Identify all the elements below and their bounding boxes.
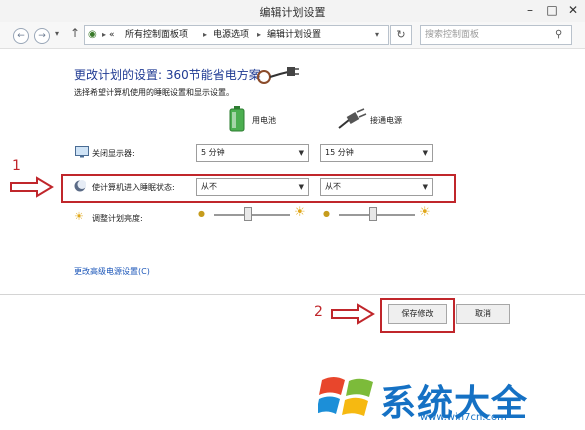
search-icon[interactable]: ⚲ — [555, 26, 562, 44]
plug-icon — [338, 108, 367, 129]
sleep-label: 使计算机进入睡眠状态: — [92, 183, 175, 192]
forward-arrow-icon[interactable]: → — [34, 28, 50, 44]
brightness-sun-icon: ☀ — [74, 210, 84, 223]
brightness-label: 调整计划亮度: — [92, 214, 143, 223]
plugged-brightness-slider-thumb[interactable] — [369, 207, 377, 221]
power-plug-icon — [257, 67, 299, 84]
sleep-moon-icon — [74, 180, 86, 192]
chevron-right-icon: ▸ — [203, 30, 208, 39]
breadcrumb-overflow[interactable]: « — [109, 26, 115, 44]
chevron-down-icon: ▼ — [298, 183, 304, 191]
minimize-icon[interactable]: – — [520, 2, 540, 18]
select-value: 从不 — [325, 182, 341, 191]
select-value: 5 分钟 — [201, 148, 225, 157]
watermark-url: www.win7cn.com — [420, 412, 507, 423]
up-arrow-icon[interactable]: ↑ — [70, 26, 80, 40]
breadcrumb-edit-plan[interactable]: 编辑计划设置 — [267, 26, 321, 44]
save-button[interactable]: 保存修改 — [388, 304, 447, 324]
control-panel-icon: ◉ — [88, 29, 97, 40]
bright-sun-icon: ☀ — [419, 205, 431, 220]
annotation-number-1: 1 — [12, 158, 21, 174]
sleep-plugged-select[interactable]: 从不 ▼ — [320, 178, 433, 196]
cancel-button[interactable]: 取消 — [456, 304, 510, 324]
display-off-plugged-select[interactable]: 15 分钟 ▼ — [320, 144, 433, 162]
advanced-power-settings-link[interactable]: 更改高级电源设置(C) — [74, 266, 150, 277]
page-title: 更改计划的设置: 360节能省电方案 — [74, 68, 261, 82]
annotation-arrow-right-icon — [331, 303, 375, 325]
search-placeholder: 搜索控制面板 — [425, 30, 480, 40]
address-dropdown-icon[interactable]: ▾ — [375, 26, 379, 44]
address-bar[interactable]: ◉ ▸ « 所有控制面板项 ▸ 电源选项 ▸ 编辑计划设置 ▾ — [84, 25, 389, 45]
chevron-down-icon: ▼ — [298, 149, 304, 157]
back-arrow-icon[interactable]: ← — [13, 28, 29, 44]
breadcrumb-power-options[interactable]: 电源选项 — [213, 26, 249, 44]
breadcrumb-all-control-panel[interactable]: 所有控制面板项 — [125, 26, 188, 44]
chevron-right-icon: ▸ — [257, 30, 262, 39]
close-icon[interactable]: ✕ — [563, 2, 583, 18]
annotation-arrow-right-icon — [10, 176, 54, 198]
maximize-icon[interactable]: □ — [542, 2, 562, 18]
annotation-number-2: 2 — [314, 304, 323, 320]
plugged-brightness-slider[interactable] — [339, 214, 415, 216]
chevron-right-icon: ▸ — [102, 30, 107, 39]
recent-pages-chevron-icon[interactable]: ▾ — [55, 29, 59, 38]
battery-column-header: 用电池 — [252, 116, 276, 125]
battery-brightness-slider[interactable] — [214, 214, 290, 216]
display-off-battery-select[interactable]: 5 分钟 ▼ — [196, 144, 309, 162]
select-value: 从不 — [201, 182, 217, 191]
search-input[interactable]: 搜索控制面板 ⚲ — [420, 25, 572, 45]
dim-sun-icon: ● — [323, 209, 330, 218]
sleep-battery-select[interactable]: 从不 ▼ — [196, 178, 309, 196]
monitor-icon — [75, 146, 89, 158]
turn-off-display-label: 关闭显示器: — [92, 149, 135, 158]
footer-divider — [0, 294, 585, 295]
bright-sun-icon: ☀ — [294, 205, 306, 220]
select-value: 15 分钟 — [325, 148, 354, 157]
window-title: 编辑计划设置 — [259, 6, 326, 19]
chevron-down-icon: ▼ — [422, 149, 428, 157]
dim-sun-icon: ● — [198, 209, 205, 218]
page-description: 选择希望计算机使用的睡眠设置和显示设置。 — [74, 88, 234, 97]
plugged-in-column-header: 接通电源 — [370, 116, 402, 125]
battery-brightness-slider-thumb[interactable] — [244, 207, 252, 221]
refresh-icon[interactable]: ↻ — [390, 25, 412, 45]
windows-logo-icon — [318, 377, 373, 416]
battery-icon — [229, 106, 245, 132]
chevron-down-icon: ▼ — [422, 183, 428, 191]
